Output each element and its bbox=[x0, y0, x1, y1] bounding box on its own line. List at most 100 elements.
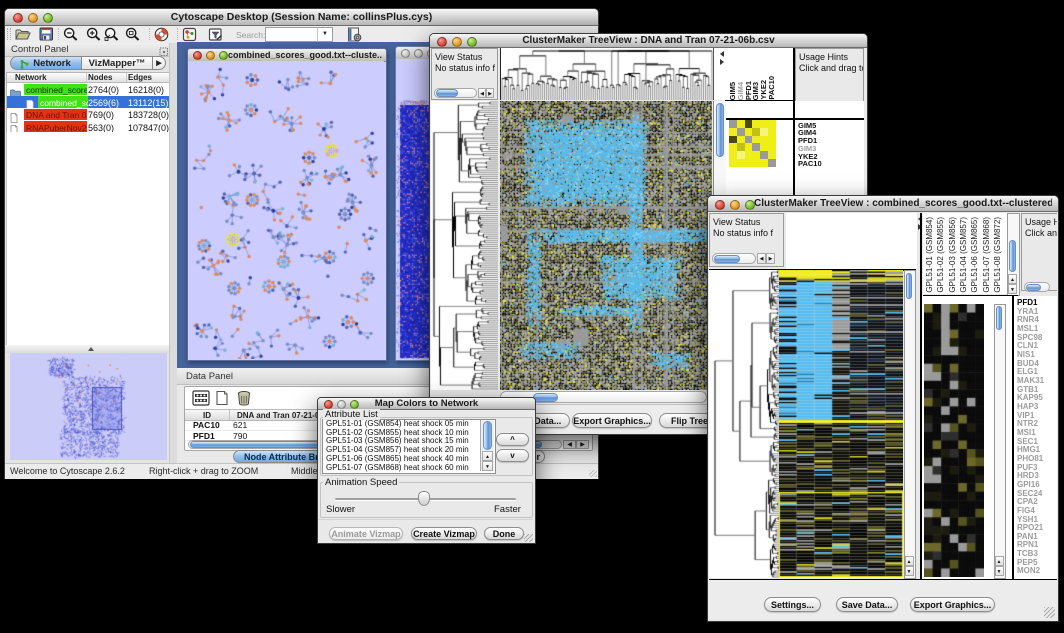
speed-slider-thumb[interactable] bbox=[418, 491, 430, 506]
heatmap-cell[interactable] bbox=[760, 120, 768, 128]
column-label[interactable]: PAC10 bbox=[767, 76, 776, 100]
row-label[interactable]: PEP5 bbox=[1017, 558, 1037, 567]
heatmap-cell[interactable] bbox=[737, 128, 745, 136]
row-label[interactable]: HAP3 bbox=[1017, 402, 1038, 411]
frame-minimize-button[interactable] bbox=[206, 51, 215, 60]
resize-grip[interactable] bbox=[589, 470, 597, 477]
resize-grip[interactable] bbox=[524, 534, 533, 542]
row-label[interactable]: PHO81 bbox=[1017, 454, 1043, 463]
row-label[interactable]: CLN1 bbox=[1017, 341, 1038, 350]
row-label[interactable]: BUD4 bbox=[1017, 359, 1039, 368]
heatmap-cell[interactable] bbox=[768, 143, 776, 151]
row-label[interactable]: YRA1 bbox=[1017, 307, 1038, 316]
heatmap-cell[interactable] bbox=[752, 143, 760, 151]
tab-overflow-button[interactable]: ▶ bbox=[153, 56, 166, 70]
zoom-heatmap[interactable] bbox=[729, 120, 776, 167]
scrollbar-thumb[interactable] bbox=[483, 421, 492, 450]
close-button[interactable] bbox=[715, 200, 725, 210]
overview-divider[interactable] bbox=[5, 345, 177, 353]
view-status-hscrollbar[interactable] bbox=[434, 88, 477, 98]
scroll-right-button[interactable]: ▶ bbox=[486, 88, 494, 98]
frame-zoom-button[interactable] bbox=[219, 51, 228, 60]
tab-network[interactable]: Network bbox=[10, 56, 82, 70]
row-label[interactable]: FIG4 bbox=[1017, 506, 1035, 515]
heatmap-cell[interactable] bbox=[729, 151, 737, 159]
row-dendrogram[interactable] bbox=[709, 270, 779, 578]
scrollbar-thumb[interactable] bbox=[716, 103, 724, 157]
heatmap-cell[interactable] bbox=[752, 159, 760, 167]
attribute-list-vscrollbar[interactable]: ▲ ▼ bbox=[480, 420, 494, 471]
new-document-icon[interactable] bbox=[214, 390, 230, 411]
network-overview-panel[interactable] bbox=[10, 353, 167, 460]
column-label[interactable]: GPL51-04 (GSM857) bbox=[959, 217, 968, 293]
heatmap-cell[interactable] bbox=[760, 128, 768, 136]
scrollbar-thumb[interactable] bbox=[714, 255, 740, 263]
column-dendrogram[interactable] bbox=[500, 48, 713, 100]
row-label[interactable]: RNR4 bbox=[1017, 315, 1039, 324]
scroll-left-button[interactable]: ◀ bbox=[757, 253, 766, 264]
heatmap-cell[interactable] bbox=[760, 136, 768, 144]
row-label[interactable]: SPC98 bbox=[1017, 333, 1042, 342]
row-label[interactable]: TCB3 bbox=[1017, 549, 1038, 558]
scroll-left-button[interactable]: ◀ bbox=[478, 88, 486, 98]
row-label[interactable]: GTB1 bbox=[1017, 385, 1038, 394]
row-label[interactable]: PUF3 bbox=[1017, 463, 1037, 472]
heatmap-cell[interactable] bbox=[729, 128, 737, 136]
animate-vizmap-button[interactable]: Animate Vizmap bbox=[329, 527, 403, 540]
row-label[interactable]: NIS1 bbox=[1017, 350, 1035, 359]
row-label[interactable]: PFD1 bbox=[1017, 298, 1037, 307]
heatmap-cell[interactable] bbox=[745, 159, 753, 167]
frame-close-button[interactable] bbox=[193, 51, 202, 60]
row-label[interactable]: RPO21 bbox=[1017, 523, 1043, 532]
heatmap-cell[interactable] bbox=[729, 159, 737, 167]
split-left-icon[interactable] bbox=[720, 51, 724, 57]
heatmap-cell[interactable] bbox=[752, 120, 760, 128]
scroll-right-button[interactable]: ▶ bbox=[576, 440, 589, 449]
heatmap-cell[interactable] bbox=[745, 136, 753, 144]
save-data-button[interactable]: Save Data... bbox=[836, 597, 898, 612]
col-network[interactable]: Network bbox=[15, 73, 47, 82]
scroll-right-button[interactable]: ▶ bbox=[766, 253, 775, 264]
scroll-down-button[interactable]: ▼ bbox=[482, 461, 493, 471]
heatmap-cell[interactable] bbox=[768, 120, 776, 128]
scrollbar-thumb[interactable] bbox=[1009, 240, 1016, 272]
col-attr[interactable]: DNA and Tran 07-21-06b bbox=[237, 411, 329, 420]
trash-icon[interactable] bbox=[236, 390, 252, 411]
search-input[interactable] bbox=[265, 27, 319, 42]
usage-hints-hscrollbar[interactable] bbox=[1024, 282, 1050, 292]
heatmap-cell[interactable] bbox=[768, 136, 776, 144]
global-heatmap[interactable] bbox=[779, 270, 903, 577]
column-labels-vscrollbar[interactable]: ▲ ▼ bbox=[1007, 213, 1020, 296]
settings-button[interactable]: Settings... bbox=[764, 597, 821, 612]
export-graphics-button[interactable]: Export Graphics... bbox=[572, 413, 652, 428]
heatmap-cell[interactable] bbox=[737, 143, 745, 151]
row-label[interactable]: SEC1 bbox=[1017, 437, 1038, 446]
attribute-list[interactable]: GPL51-01 (GSM854) heat shock 05 minGPL51… bbox=[322, 419, 496, 474]
create-vizmap-button[interactable]: Create Vizmap bbox=[411, 527, 477, 540]
row-label[interactable]: HRD3 bbox=[1017, 471, 1039, 480]
row-label[interactable]: VIP1 bbox=[1017, 411, 1034, 420]
heatmap-cell[interactable] bbox=[729, 136, 737, 144]
heatmap-cell[interactable] bbox=[760, 143, 768, 151]
heatmap-cell[interactable] bbox=[752, 136, 760, 144]
row-label[interactable]: GPI16 bbox=[1017, 480, 1040, 489]
scrollbar-thumb[interactable] bbox=[436, 89, 458, 97]
scroll-up-button[interactable]: ▲ bbox=[1008, 274, 1017, 284]
heatmap-cell[interactable] bbox=[737, 120, 745, 128]
heatmap-cell[interactable] bbox=[745, 128, 753, 136]
row-dendrogram[interactable] bbox=[431, 101, 498, 390]
scroll-up-button[interactable]: ▲ bbox=[905, 556, 914, 566]
network-table-row[interactable]: combined_sco2569(6)13112(15) bbox=[7, 96, 170, 109]
treeview2-titlebar[interactable]: ClusterMaker TreeView : combined_scores_… bbox=[708, 196, 1058, 212]
zoom-heatmap[interactable] bbox=[924, 304, 984, 577]
row-label[interactable]: YSH1 bbox=[1017, 515, 1038, 524]
search-dropdown-button[interactable]: ▼ bbox=[317, 27, 333, 42]
scroll-down-button[interactable]: ▼ bbox=[1008, 284, 1017, 294]
network-table-row[interactable]: DNA and Tran 07769(0)183728(0) bbox=[7, 108, 170, 121]
split-right-icon[interactable] bbox=[720, 59, 724, 65]
frame-close-button[interactable] bbox=[401, 49, 410, 58]
network-view-frame-1[interactable]: combined_scores_good.txt--cluste... bbox=[187, 48, 387, 361]
row-label[interactable]: SEC24 bbox=[1017, 489, 1042, 498]
heatmap-cell[interactable] bbox=[768, 128, 776, 136]
scroll-up-button[interactable]: ▲ bbox=[482, 451, 493, 461]
